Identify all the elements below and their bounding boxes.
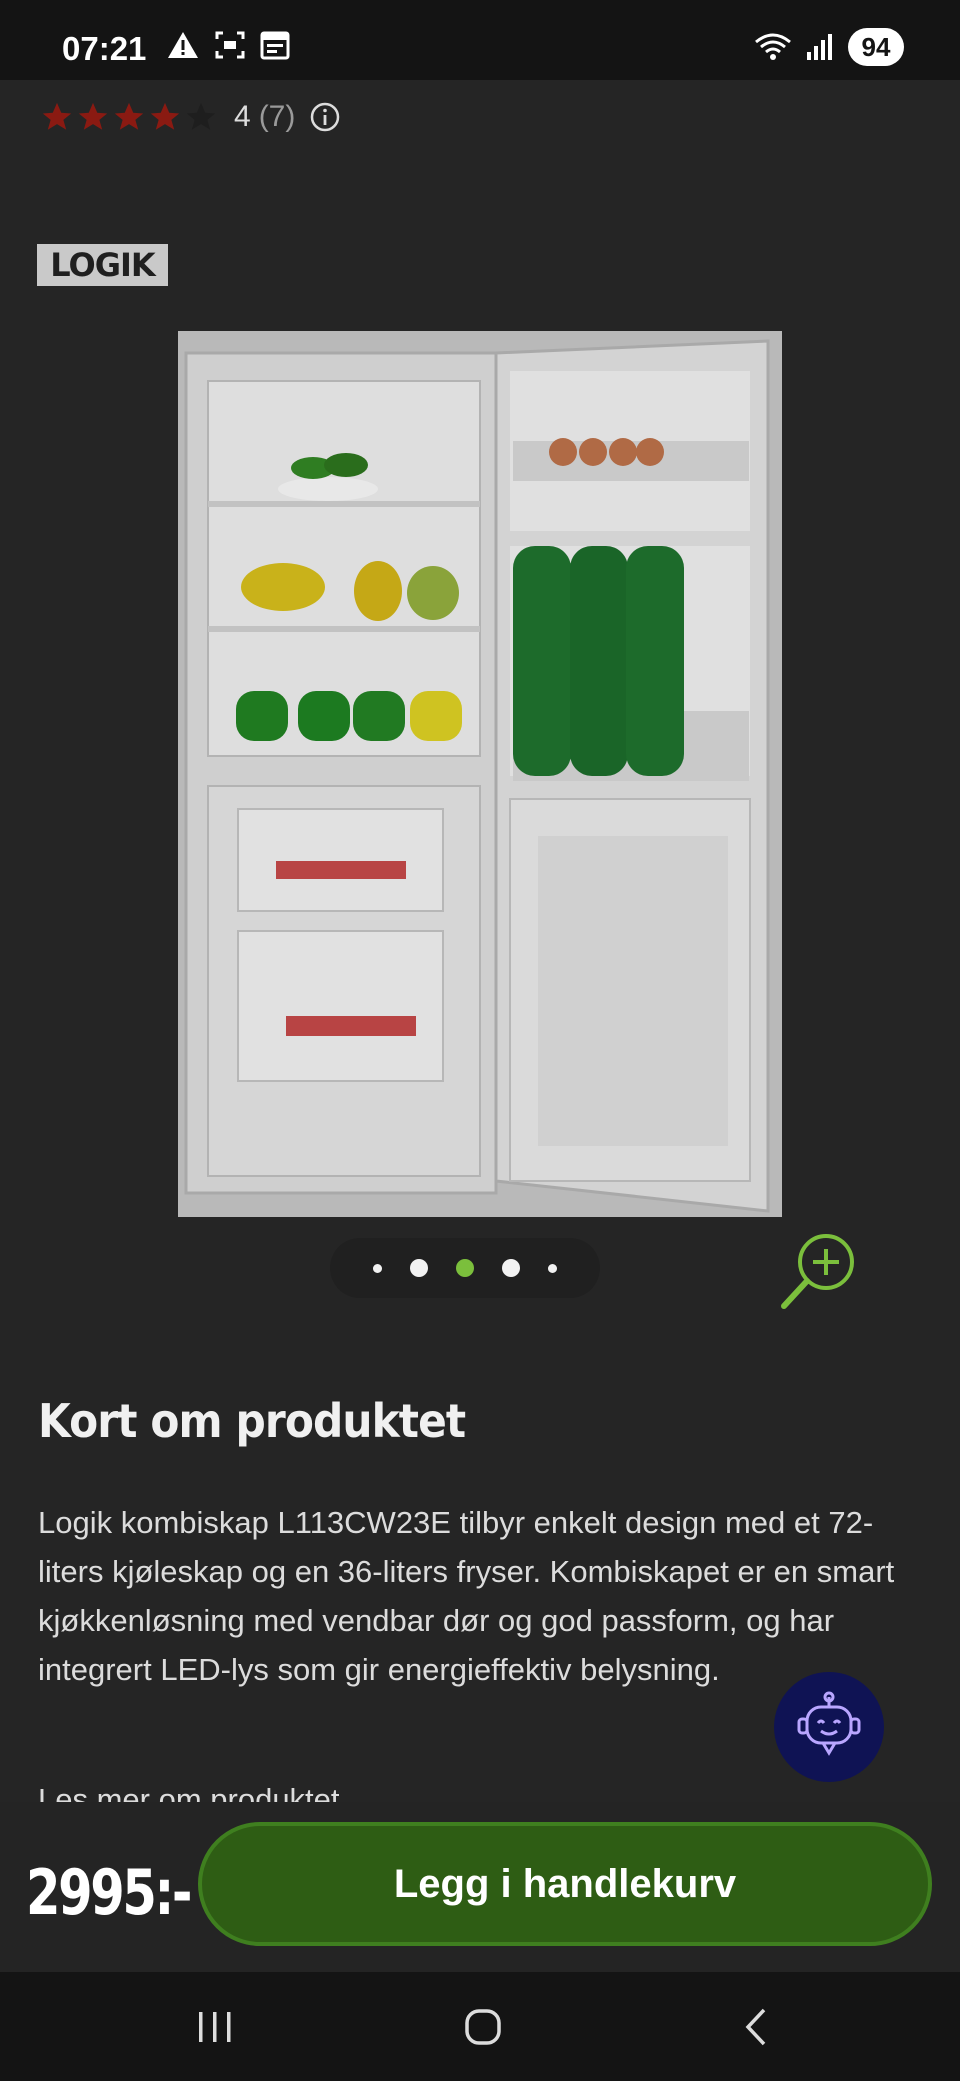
zoom-in-icon[interactable]	[778, 1228, 862, 1312]
status-bar: 07:21 94	[0, 0, 960, 80]
rating-score: 4	[234, 100, 251, 133]
carousel-dot[interactable]	[410, 1259, 428, 1277]
add-to-cart-button[interactable]: Legg i handlekurv	[198, 1822, 932, 1946]
status-time: 07:21	[62, 30, 147, 67]
carousel-dot[interactable]	[548, 1263, 557, 1273]
system-nav-bar	[0, 1972, 960, 2081]
section-title: Kort om produktet	[38, 1394, 466, 1448]
warning-icon	[168, 32, 198, 58]
star-filled-icon	[42, 102, 72, 130]
carousel-dot-active[interactable]	[456, 1259, 474, 1277]
star-filled-icon	[78, 102, 108, 130]
carousel-dot[interactable]	[373, 1263, 382, 1273]
chatbot-button[interactable]	[774, 1672, 884, 1782]
rating-count: (7)	[258, 100, 296, 133]
product-image[interactable]	[178, 331, 782, 1217]
star-filled-icon	[150, 102, 180, 130]
carousel-dot[interactable]	[502, 1259, 520, 1277]
product-description: Logik kombiskap L113CW23E tilbyr enkelt …	[38, 1505, 895, 1687]
fridge-illustration	[184, 339, 770, 1213]
brand-logo[interactable]: LOGIK	[37, 244, 168, 286]
star-empty-icon	[186, 102, 216, 130]
purchase-bar: 2995:- Legg i handlekurv	[0, 1802, 960, 1972]
signal-icon	[807, 34, 832, 60]
price: 2995:-	[26, 1856, 192, 1929]
home-icon[interactable]	[453, 2000, 513, 2054]
wifi-icon	[755, 33, 791, 60]
info-icon[interactable]	[309, 101, 341, 133]
screenshot-icon	[215, 31, 245, 59]
star-filled-icon	[114, 102, 144, 130]
back-icon[interactable]	[725, 2000, 785, 2054]
image-carousel-indicator[interactable]	[330, 1238, 600, 1298]
product-rating[interactable]: 4 (7)	[40, 100, 341, 134]
robot-icon	[797, 1691, 861, 1756]
calendar-icon	[260, 31, 290, 60]
recents-icon[interactable]	[185, 2000, 245, 2054]
battery-icon: 94	[848, 28, 904, 66]
read-more-link[interactable]: Les mer om produktet	[38, 1782, 340, 1802]
